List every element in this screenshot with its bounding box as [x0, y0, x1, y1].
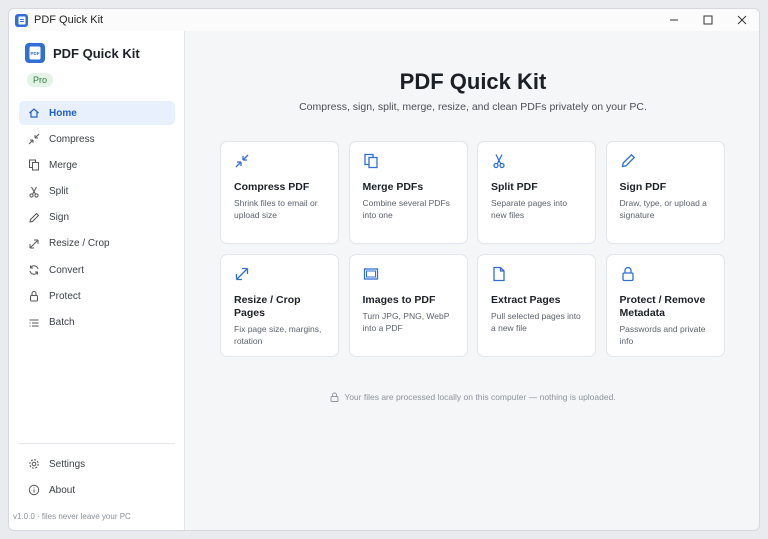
card-description: Draw, type, or upload a signature — [619, 198, 707, 220]
minimize-icon — [670, 19, 678, 21]
sidebar-item-label: Compress — [49, 133, 95, 145]
brand-name: PDF Quick Kit — [53, 45, 140, 61]
card-title: Extract Pages — [491, 294, 561, 306]
sidebar-bottom-nav: Settings About — [19, 452, 175, 504]
card-title: Protect / Remove Metadata — [619, 294, 706, 319]
sidebar-item-label: Settings — [49, 458, 86, 470]
lock-icon — [621, 266, 634, 282]
window-controls — [657, 9, 759, 31]
card-title: Merge PDFs — [362, 181, 424, 193]
sidebar-item-label: About — [49, 484, 76, 496]
sidebar-divider — [19, 443, 175, 444]
card-description: Turn JPG, PNG, WebP into a PDF — [362, 311, 450, 333]
sidebar-item-sign[interactable]: Sign — [19, 206, 175, 230]
info-icon — [27, 483, 41, 497]
sidebar-item-compress[interactable]: Compress — [19, 127, 175, 151]
compress-icon — [235, 154, 249, 168]
brand: PDF PDF Quick Kit — [25, 43, 140, 63]
card-description: Shrink files to email or upload size — [234, 198, 318, 220]
pen-icon — [27, 211, 41, 225]
card-extract-pages[interactable]: Extract Pages Pull selected pages into a… — [477, 254, 596, 357]
card-description: Passwords and private info — [619, 324, 706, 346]
lock-icon — [27, 289, 41, 303]
close-icon — [737, 15, 747, 25]
convert-icon — [27, 263, 41, 277]
sidebar-item-label: Protect — [49, 290, 81, 302]
merge-icon — [27, 158, 41, 172]
sidebar-item-about[interactable]: About — [19, 478, 175, 502]
tool-grid: Compress PDF Shrink files to email or up… — [220, 141, 725, 357]
card-merge-pdfs[interactable]: Merge PDFs Combine several PDFs into one — [348, 141, 468, 244]
home-icon — [27, 106, 41, 120]
scissors-icon — [493, 154, 505, 169]
app-window: PDF Quick Kit PDF PDF Quick Kit Pro Home — [8, 8, 760, 531]
card-description: Pull selected pages into a new file — [491, 311, 581, 333]
pro-badge: Pro — [27, 73, 54, 87]
sidebar-item-label: Home — [49, 107, 77, 119]
card-compress-pdf[interactable]: Compress PDF Shrink files to email or up… — [220, 141, 339, 244]
minimize-button[interactable] — [657, 9, 691, 31]
page-icon — [493, 266, 505, 282]
sidebar-item-label: Sign — [49, 212, 70, 224]
close-button[interactable] — [725, 9, 759, 31]
main-content: PDF Quick Kit Compress, sign, split, mer… — [185, 31, 759, 530]
maximize-button[interactable] — [691, 9, 725, 31]
sidebar-item-merge[interactable]: Merge — [19, 153, 175, 177]
privacy-note: Your files are processed locally on this… — [185, 392, 759, 402]
window-title: PDF Quick Kit — [34, 14, 104, 26]
app-icon — [15, 13, 28, 27]
list-icon — [27, 316, 41, 330]
card-title: Split PDF — [491, 181, 538, 193]
svg-text:PDF: PDF — [31, 51, 40, 56]
sidebar-item-label: Merge — [49, 159, 78, 171]
card-resize-crop-pages[interactable]: Resize / Crop Pages Fix page size, margi… — [220, 254, 339, 357]
resize-icon — [235, 267, 249, 281]
privacy-note-text: Your files are processed locally on this… — [344, 392, 616, 402]
sidebar-item-settings[interactable]: Settings — [19, 452, 175, 476]
card-split-pdf[interactable]: Split PDF Separate pages into new files — [477, 141, 596, 244]
maximize-icon — [703, 15, 713, 25]
resize-icon — [27, 237, 41, 251]
sidebar: PDF PDF Quick Kit Pro Home Compress Merg… — [9, 31, 185, 530]
sidebar-item-label: Batch — [49, 317, 75, 328]
sidebar-item-convert[interactable]: Convert — [19, 258, 175, 282]
card-images-to-pdf[interactable]: Images to PDF Turn JPG, PNG, WebP into a… — [348, 254, 468, 357]
card-protect-remove-metadata[interactable]: Protect / Remove Metadata Passwords and … — [605, 254, 725, 357]
card-description: Fix page size, margins, rotation — [234, 324, 322, 346]
image-icon — [363, 268, 378, 280]
title-bar: PDF Quick Kit — [9, 9, 759, 31]
card-description: Separate pages into new files — [491, 198, 568, 220]
page-subtitle: Compress, sign, split, merge, resize, an… — [299, 101, 647, 113]
pen-icon — [621, 153, 635, 168]
card-title: Images to PDF — [362, 294, 436, 306]
card-description: Combine several PDFs into one — [362, 198, 450, 220]
merge-icon — [363, 153, 378, 169]
page-title: PDF Quick Kit — [399, 69, 547, 94]
sidebar-item-label: Resize / Crop — [49, 238, 110, 250]
sidebar-item-batch[interactable]: Batch — [19, 311, 175, 335]
scissors-icon — [27, 185, 41, 199]
sidebar-item-split[interactable]: Split — [19, 180, 175, 204]
compress-icon — [27, 132, 41, 146]
version-text: v1.0.0 · files never leave your PC — [13, 512, 131, 521]
card-sign-pdf[interactable]: Sign PDF Draw, type, or upload a signatu… — [605, 141, 725, 244]
lock-icon — [330, 392, 339, 402]
sidebar-item-label: Convert — [49, 264, 85, 276]
sidebar-item-protect[interactable]: Protect — [19, 284, 175, 308]
card-title: Sign PDF — [619, 181, 667, 193]
pdf-logo-icon: PDF — [25, 43, 45, 63]
card-title: Compress PDF — [234, 181, 310, 193]
sidebar-item-home[interactable]: Home — [19, 101, 175, 125]
sidebar-item-resize-crop[interactable]: Resize / Crop — [19, 232, 175, 256]
sidebar-item-label: Split — [49, 186, 69, 198]
gear-icon — [27, 457, 41, 471]
sidebar-nav: Home Compress Merge Split Sign Resize / … — [19, 101, 175, 337]
card-title: Resize / Crop Pages — [234, 294, 301, 319]
